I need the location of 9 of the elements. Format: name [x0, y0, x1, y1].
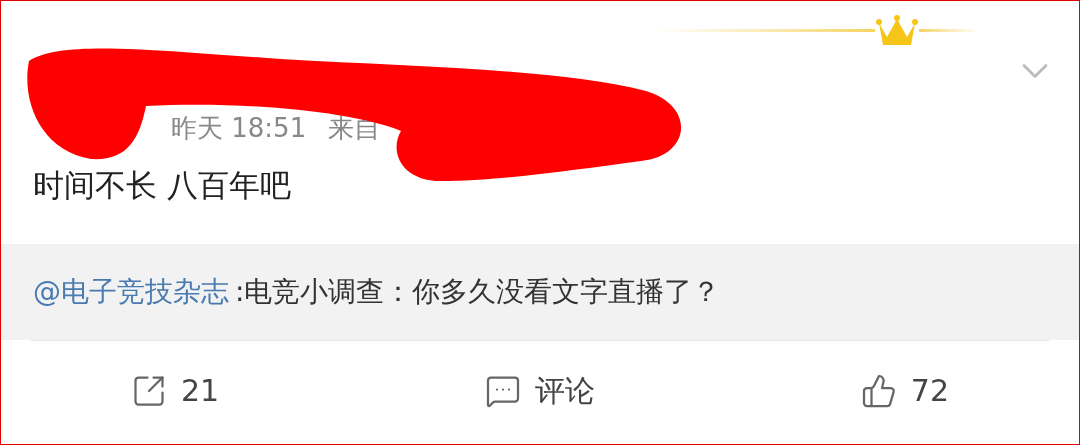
- comment-button[interactable]: 评论: [485, 368, 595, 413]
- post-time: 昨天 18:51: [171, 112, 307, 145]
- mention-link[interactable]: @电子竞技杂志: [33, 274, 229, 310]
- thumbs-up-icon: [860, 372, 897, 409]
- like-button[interactable]: 72: [860, 368, 949, 413]
- repost-button[interactable]: 21: [131, 368, 220, 413]
- repost-text: :电竞小调查：你多久没看文字直播了？: [235, 274, 721, 310]
- decorative-line: [919, 29, 979, 32]
- post-text: 时间不长 八百年吧: [32, 166, 292, 205]
